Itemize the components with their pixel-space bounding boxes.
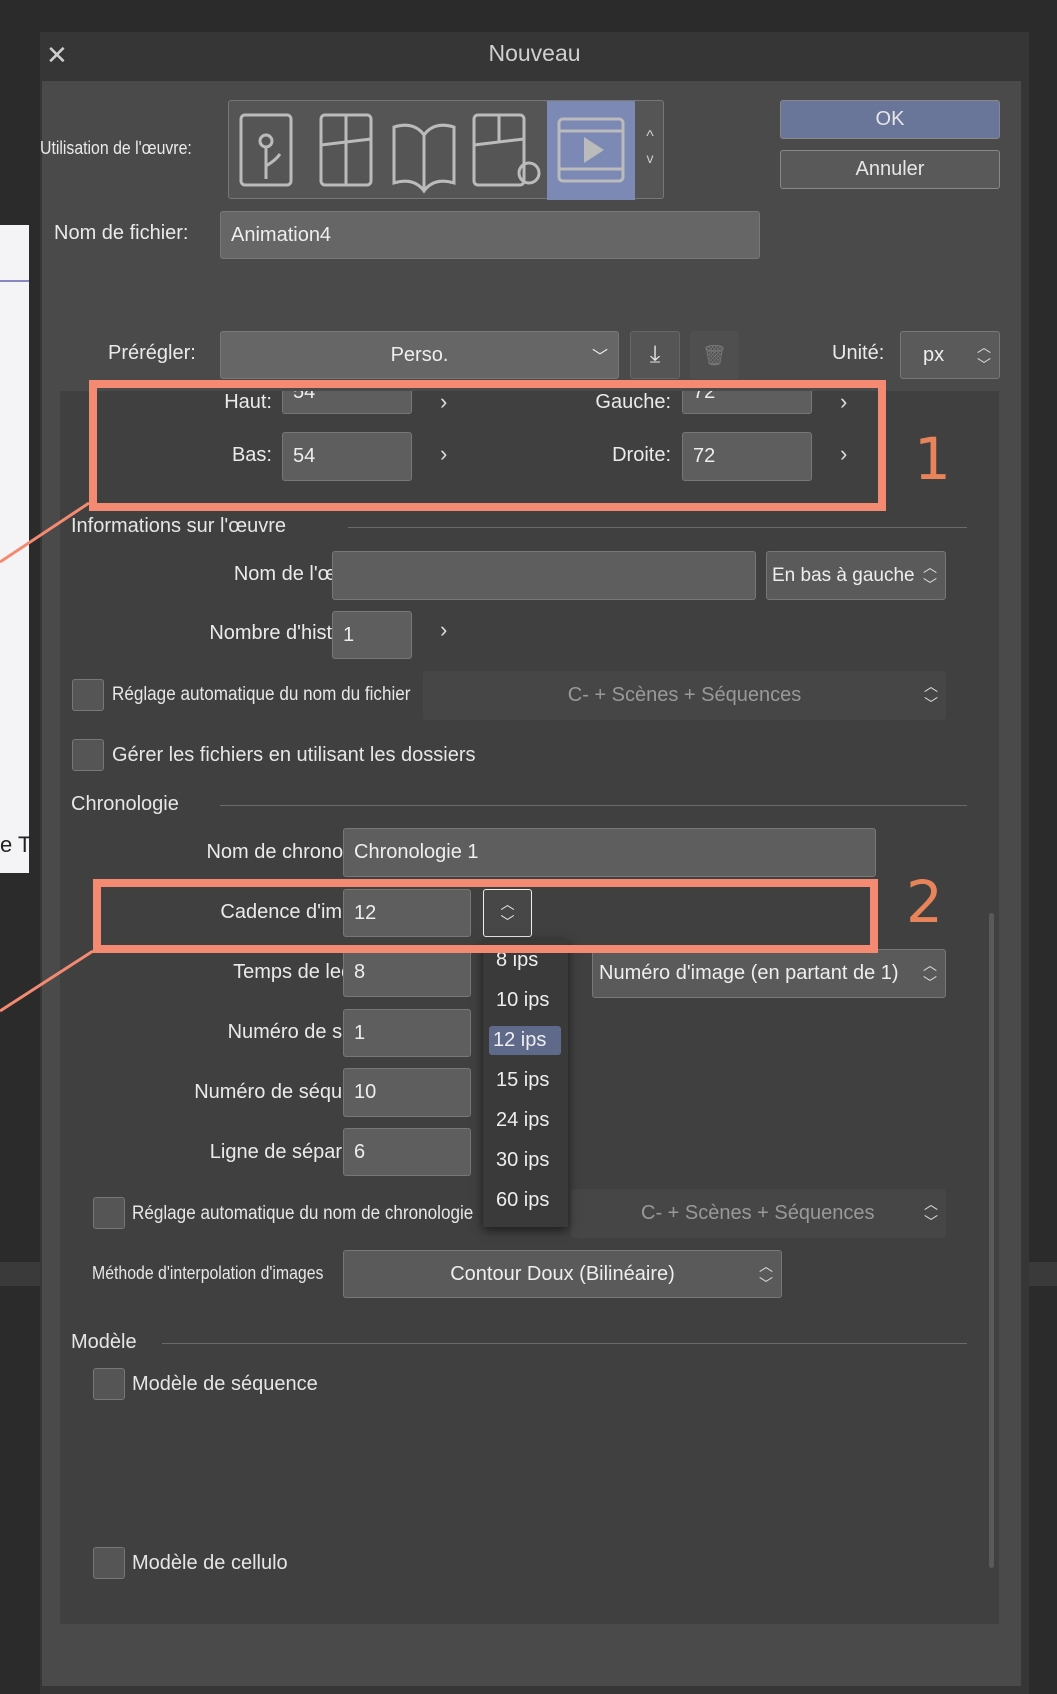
stories-input[interactable]: 1 [332, 611, 412, 659]
preset-dropdown[interactable]: Perso. ﹀ [220, 331, 619, 379]
background-divider [0, 280, 29, 282]
name-position-value: En bas à gauche [772, 564, 915, 586]
save-icon: ⤓ [649, 341, 661, 368]
spinner-icon: ︿ ﹀ [977, 339, 991, 373]
template-heading: Modèle [71, 1331, 137, 1353]
background-canvas [0, 225, 29, 873]
auto-timeline-name-label: Réglage automatique du nom de chronologi… [132, 1203, 474, 1224]
background-text: e T [0, 832, 32, 857]
fps-dropdown-menu: 8 ips 10 ips 12 ips 15 ips 24 ips 30 ips… [483, 940, 568, 1227]
auto-filename-checkbox[interactable] [72, 679, 104, 711]
spinner-icon: ︿ ﹀ [924, 678, 938, 712]
ok-button[interactable]: OK [780, 100, 1000, 139]
work-name-input[interactable] [332, 551, 756, 600]
unit-spinner[interactable]: px ︿ ﹀ [900, 331, 1000, 379]
spinner-icon: ︿ ﹀ [923, 559, 937, 593]
timeline-name-input[interactable]: Chronologie 1 [343, 828, 876, 877]
section-divider [162, 1343, 967, 1344]
annotation-box-1 [89, 380, 886, 511]
illustration-icon [239, 113, 293, 187]
annotation-number-1: 1 [914, 425, 951, 493]
filename-input[interactable]: Animation4 [220, 211, 760, 259]
section-divider [220, 805, 967, 806]
usage-label: Utilisation de l'œuvre: [40, 138, 192, 158]
folders-checkbox[interactable] [72, 739, 104, 771]
fps-option[interactable]: 24 ips [492, 1106, 553, 1135]
separator-input[interactable]: 6 [343, 1128, 471, 1176]
unit-label: Unité: [832, 342, 885, 364]
svg-text:^: ^ [646, 128, 654, 145]
playback-unit-dropdown[interactable]: Numéro d'image (en partant de 1) ︿ ﹀ [592, 949, 946, 998]
chevron-down-icon: ﹀ [591, 349, 608, 366]
fps-option[interactable]: 30 ips [492, 1146, 553, 1175]
unit-value: px [923, 343, 945, 366]
auto-timeline-name-dropdown[interactable]: C- + Scènes + Séquences ︿ ﹀ [571, 1189, 946, 1238]
comic-icon [319, 113, 373, 187]
dialog-title: Nouveau [488, 40, 581, 66]
auto-filename-dropdown[interactable]: C- + Scènes + Séquences ︿ ﹀ [423, 671, 946, 720]
preset-value: Perso. [390, 343, 449, 366]
trash-icon: 🗑 [701, 344, 728, 367]
preset-label: Prérégler: [108, 342, 196, 364]
spinner-icon: ︿ ﹀ [759, 1258, 773, 1292]
playback-unit-value: Numéro d'image (en partant de 1) [599, 962, 899, 984]
custom-icon [472, 113, 541, 187]
cancel-button[interactable]: Annuler [780, 150, 1000, 189]
work-info-heading: Informations sur l'œuvre [71, 515, 286, 537]
save-preset-button[interactable]: ⤓ [630, 331, 680, 379]
name-position-dropdown[interactable]: En bas à gauche ︿ ﹀ [766, 551, 946, 600]
fps-option-selected[interactable]: 12 ips [489, 1026, 561, 1055]
spinner-icon: ︿ ﹀ [924, 1196, 938, 1230]
scene-input[interactable]: 1 [343, 1009, 471, 1057]
section-divider [348, 527, 967, 528]
interpolation-dropdown[interactable]: Contour Doux (Bilinéaire) ︿ ﹀ [343, 1250, 782, 1298]
filename-label: Nom de fichier: [54, 222, 189, 244]
cel-template-label: Modèle de cellulo [132, 1552, 288, 1574]
annotation-box-2 [93, 879, 878, 953]
book-icon [392, 123, 456, 194]
timeline-heading: Chronologie [71, 793, 179, 815]
auto-filename-label: Réglage automatique du nom du fichier [112, 684, 411, 705]
playback-input[interactable]: 8 [343, 948, 471, 997]
fps-option[interactable]: 60 ips [492, 1186, 553, 1215]
interpolation-value: Contour Doux (Bilinéaire) [450, 1262, 675, 1285]
interpolation-label: Méthode d'interpolation d'images [92, 1263, 324, 1283]
fps-option[interactable]: 10 ips [492, 986, 553, 1015]
sequence-template-checkbox[interactable] [93, 1368, 125, 1400]
spinner-icon: ︿ ﹀ [923, 957, 937, 991]
svg-text:v: v [647, 150, 654, 166]
cel-template-checkbox[interactable] [93, 1547, 125, 1579]
sequence-input[interactable]: 10 [343, 1068, 471, 1117]
annotation-number-2: 2 [906, 868, 943, 936]
delete-preset-button[interactable]: 🗑 [690, 331, 739, 379]
folders-label: Gérer les fichiers en utilisant les doss… [112, 744, 476, 766]
sequence-template-label: Modèle de séquence [132, 1373, 318, 1395]
fps-option[interactable]: 15 ips [492, 1066, 553, 1095]
scrollbar[interactable] [989, 913, 994, 1568]
auto-timeline-name-checkbox[interactable] [93, 1197, 125, 1229]
usage-selector[interactable]: ^ v [228, 100, 664, 200]
chevron-right-icon[interactable]: › [440, 617, 447, 643]
auto-filename-value: C- + Scènes + Séquences [567, 684, 802, 706]
auto-timeline-name-value: C- + Scènes + Séquences [641, 1202, 875, 1224]
